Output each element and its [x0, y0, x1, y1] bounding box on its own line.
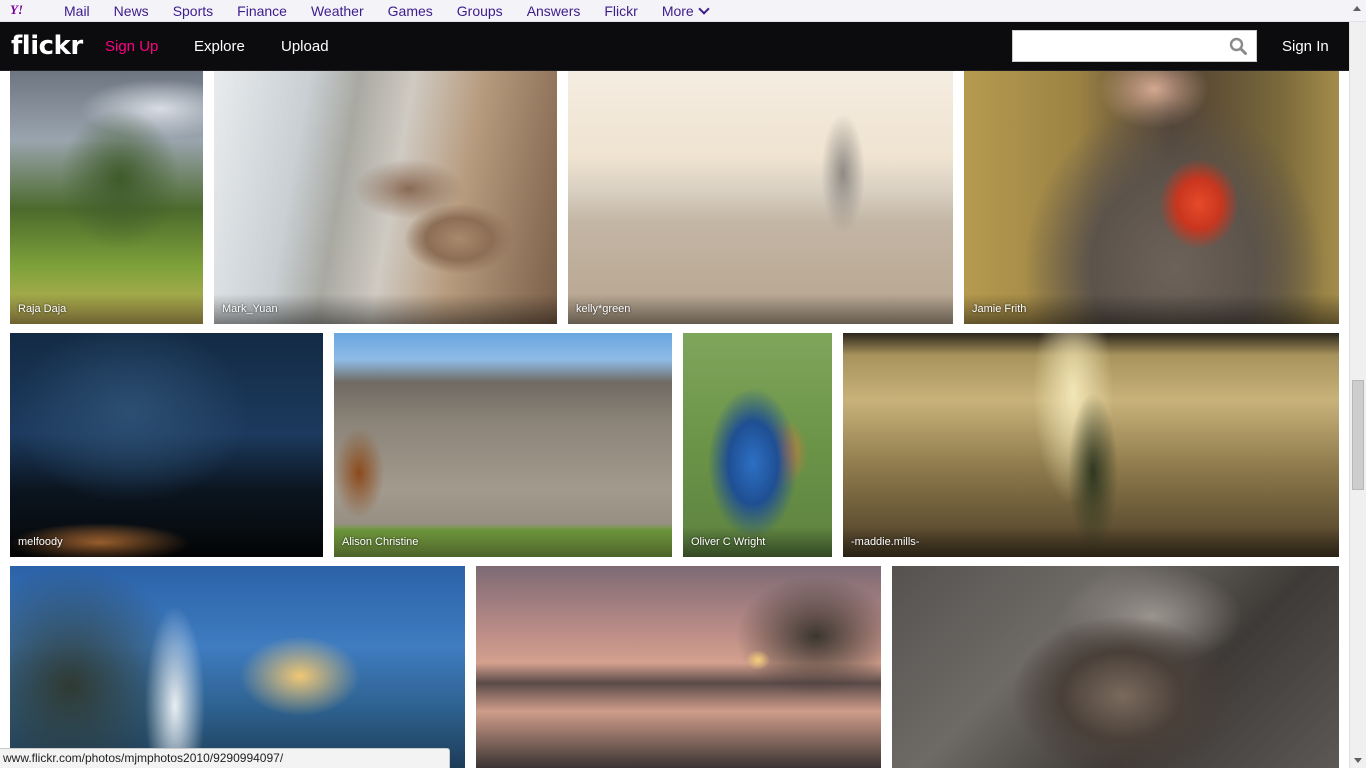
- photo-author[interactable]: melfoody: [18, 536, 63, 548]
- search-box: [1012, 30, 1257, 62]
- yahoo-nav-finance[interactable]: Finance: [237, 0, 287, 22]
- yahoo-nav-flickr[interactable]: Flickr: [604, 0, 637, 22]
- yahoo-nav-mail[interactable]: Mail: [64, 0, 90, 22]
- photo-tile[interactable]: Raja Daja: [10, 69, 203, 324]
- signin-link[interactable]: Sign In: [1282, 22, 1329, 71]
- photo-author[interactable]: Raja Daja: [18, 303, 66, 315]
- yahoo-nav-more[interactable]: More: [661, 0, 710, 22]
- photo-tile[interactable]: Jamie Frith: [964, 69, 1339, 324]
- yahoo-nav-more-label: More: [661, 3, 694, 19]
- yahoo-bar: Y! Mail News Sports Finance Weather Game…: [0, 0, 1366, 22]
- scroll-down-arrow-icon[interactable]: [1354, 758, 1362, 763]
- yahoo-nav-news[interactable]: News: [114, 0, 149, 22]
- photo-author[interactable]: -maddie.mills-: [851, 536, 919, 548]
- flickr-logo[interactable]: flickr: [11, 32, 83, 60]
- yahoo-nav-answers[interactable]: Answers: [527, 0, 581, 22]
- yahoo-logo[interactable]: Y!: [10, 2, 32, 18]
- photo-tile[interactable]: [10, 566, 465, 768]
- photo-author[interactable]: Mark_Yuan: [222, 303, 278, 315]
- photo-author[interactable]: Oliver C Wright: [691, 536, 765, 548]
- photo-tile[interactable]: [892, 566, 1339, 768]
- photo-tile[interactable]: Mark_Yuan: [214, 69, 557, 324]
- yahoo-nav: Mail News Sports Finance Weather Games G…: [40, 0, 710, 22]
- photo-tile[interactable]: -maddie.mills-: [843, 333, 1339, 557]
- photo-tile[interactable]: Oliver C Wright: [683, 333, 832, 557]
- search-input[interactable]: [1013, 31, 1239, 61]
- photo-author[interactable]: Alison Christine: [342, 536, 418, 548]
- search-icon[interactable]: [1229, 37, 1247, 55]
- explore-link[interactable]: Explore: [194, 22, 245, 71]
- flickr-header: flickr Sign Up Explore Upload Sign In: [0, 22, 1349, 71]
- scrollbar-thumb[interactable]: [1352, 380, 1364, 490]
- yahoo-nav-sports[interactable]: Sports: [173, 0, 213, 22]
- upload-link[interactable]: Upload: [281, 22, 329, 71]
- yahoo-nav-groups[interactable]: Groups: [457, 0, 503, 22]
- yahoo-nav-games[interactable]: Games: [388, 0, 433, 22]
- scroll-up-arrow-icon[interactable]: [1353, 6, 1361, 11]
- browser-status-bar: www.flickr.com/photos/mjmphotos2010/9290…: [0, 748, 450, 768]
- photo-tile[interactable]: kelly*green: [568, 69, 953, 324]
- photo-tile[interactable]: Alison Christine: [334, 333, 672, 557]
- photo-tile[interactable]: [476, 566, 881, 768]
- signup-link[interactable]: Sign Up: [105, 22, 158, 71]
- yahoo-nav-weather[interactable]: Weather: [311, 0, 364, 22]
- photo-tile[interactable]: melfoody: [10, 333, 323, 557]
- chevron-down-icon: [698, 3, 710, 15]
- vertical-scrollbar[interactable]: [1349, 22, 1366, 768]
- photo-author[interactable]: Jamie Frith: [972, 303, 1026, 315]
- photo-author[interactable]: kelly*green: [576, 303, 630, 315]
